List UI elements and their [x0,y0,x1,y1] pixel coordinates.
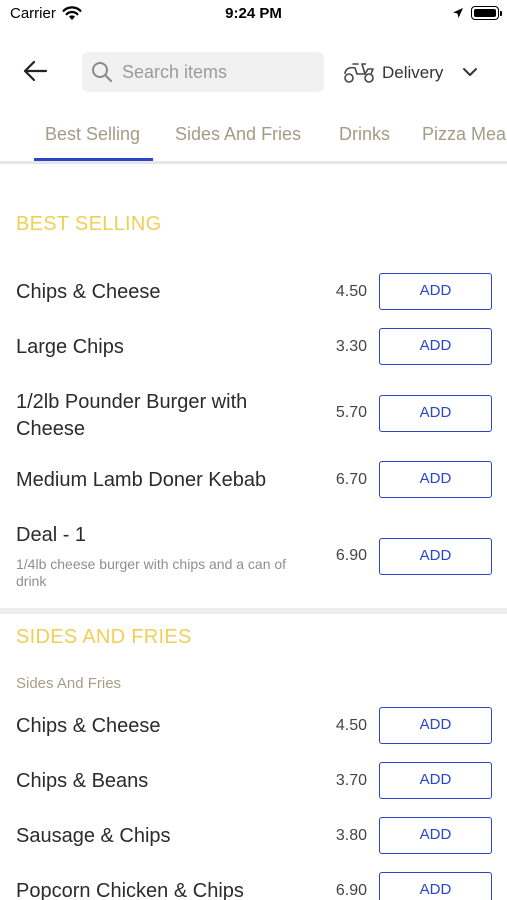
section-title-best-selling: BEST SELLING [16,213,162,235]
item-name: Chips & Cheese [16,281,161,303]
status-bar: Carrier 9:24 PM [0,0,507,30]
item-name: Deal - 1 [16,524,87,546]
item-price: 6.90 [335,882,367,899]
battery-tip [500,11,502,16]
back-button[interactable] [18,56,54,86]
item-price: 4.50 [335,283,367,300]
item-name: Medium Lamb Doner Kebab [16,469,267,491]
item-description: 1/4lb cheese burger with chips and a can… [16,556,287,589]
add-button[interactable]: ADD [379,328,492,365]
battery-icon [471,6,499,20]
item-price: 3.30 [335,338,367,355]
item-price: 5.70 [335,404,367,421]
item-price: 6.70 [335,471,367,488]
category-tabs: Best Selling Sides And Fries Drinks Pizz… [0,112,507,164]
section-subtitle: Sides And Fries [16,675,122,692]
item-price: 4.50 [335,717,367,734]
search-icon [91,61,113,88]
add-button[interactable]: ADD [379,707,492,744]
item-price: 3.70 [335,772,367,789]
add-button[interactable]: ADD [379,395,492,432]
add-button[interactable]: ADD [379,461,492,498]
delivery-mode-selector[interactable]: Delivery [340,52,490,92]
tab-pizza-meal[interactable]: Pizza Meal [422,124,507,145]
delivery-label: Delivery [382,63,444,82]
active-tab-indicator [34,158,153,161]
chevron-down-icon [462,65,478,83]
section-divider [0,608,507,614]
item-name: 1/2lb Pounder Burger with Cheese [16,391,248,440]
add-button[interactable]: ADD [379,817,492,854]
back-arrow-icon [23,60,48,82]
item-name: Chips & Cheese [16,715,161,737]
location-arrow-icon [452,6,464,24]
item-price: 3.80 [335,827,367,844]
item-name: Sausage & Chips [16,825,171,847]
header: Delivery [0,44,507,100]
search-box[interactable] [82,52,324,92]
add-button[interactable]: ADD [379,872,492,900]
add-button[interactable]: ADD [379,273,492,310]
item-price: 6.90 [335,547,367,564]
scooter-icon [343,60,375,89]
item-name: Popcorn Chicken & Chips [16,880,244,900]
item-name: Chips & Beans [16,770,149,792]
tab-drinks[interactable]: Drinks [339,124,390,145]
tab-best-selling[interactable]: Best Selling [45,124,140,145]
status-time: 9:24 PM [225,5,282,22]
tab-sides-and-fries[interactable]: Sides And Fries [175,124,301,145]
add-button[interactable]: ADD [379,538,492,575]
item-name: Large Chips [16,336,124,358]
search-input[interactable] [122,52,318,92]
add-button[interactable]: ADD [379,762,492,799]
section-title-sides-and-fries: SIDES AND FRIES [16,626,192,648]
